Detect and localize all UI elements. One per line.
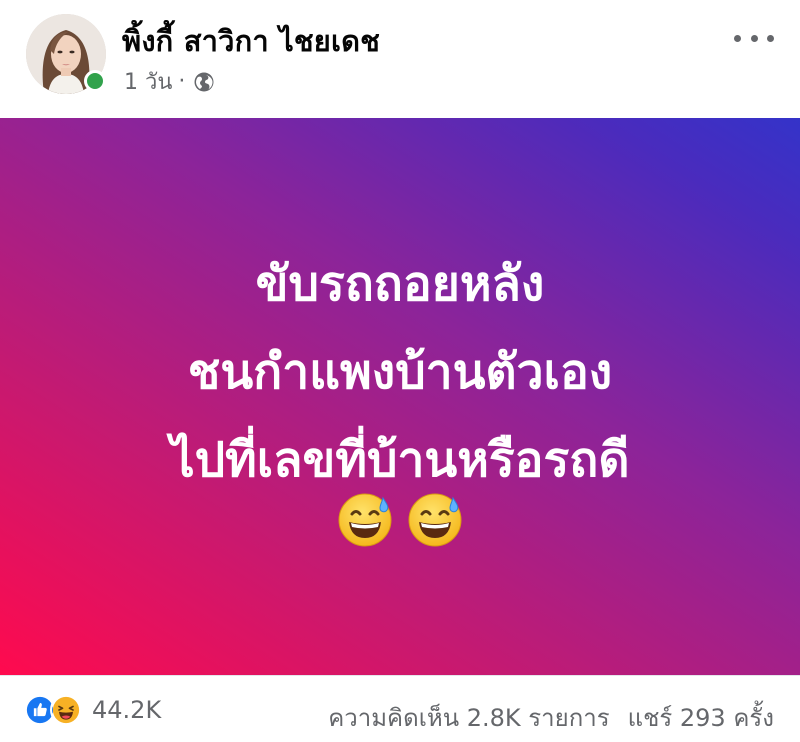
post-text-line: ชนกำแพงบ้านตัวเอง	[187, 344, 613, 400]
post-time[interactable]: 1 วัน	[124, 64, 172, 99]
comments-count[interactable]: ความคิดเห็น 2.8K รายการ	[328, 698, 609, 737]
reaction-count: 44.2K	[92, 696, 162, 724]
more-dot	[767, 34, 774, 42]
online-status-dot	[84, 70, 106, 92]
post-meta: 1 วัน ·	[124, 64, 215, 99]
more-options-icon[interactable]	[734, 26, 774, 50]
post-background[interactable]: ขับรถถอยหลัง ชนกำแพงบ้านตัวเอง ไปที่เลขท…	[0, 118, 800, 675]
facebook-post: พิ้งกี้ สาวิกา ไชยเดช 1 วัน · ขับรถถอยหล…	[0, 0, 800, 742]
author-name[interactable]: พิ้งกี้ สาวิกา ไชยเดช	[122, 18, 380, 64]
post-text-line: ไปที่เลขที่บ้านหรือรถดี	[170, 432, 630, 488]
grinning-face-with-sweat-icon	[338, 493, 392, 547]
more-dot	[750, 34, 758, 42]
author-avatar[interactable]	[26, 14, 106, 94]
post-header: พิ้งกี้ สาวิกา ไชยเดช 1 วัน ·	[0, 0, 800, 118]
grinning-face-with-sweat-icon	[408, 493, 462, 547]
haha-icon	[50, 694, 82, 726]
reactions-summary[interactable]: 44.2K	[24, 694, 161, 726]
emoji-row	[0, 492, 800, 548]
post-footer: 44.2K ความคิดเห็น 2.8K รายการ แชร์ 293 ค…	[0, 675, 800, 742]
globe-icon[interactable]	[193, 71, 215, 93]
more-dot	[734, 34, 741, 42]
post-text: ขับรถถอยหลัง ชนกำแพงบ้านตัวเอง ไปที่เลขท…	[0, 240, 800, 504]
engagement-stats: ความคิดเห็น 2.8K รายการ แชร์ 293 ครั้ง	[328, 698, 774, 737]
meta-separator: ·	[178, 69, 186, 94]
post-text-line: ขับรถถอยหลัง	[255, 256, 545, 312]
shares-count[interactable]: แชร์ 293 ครั้ง	[628, 698, 774, 737]
